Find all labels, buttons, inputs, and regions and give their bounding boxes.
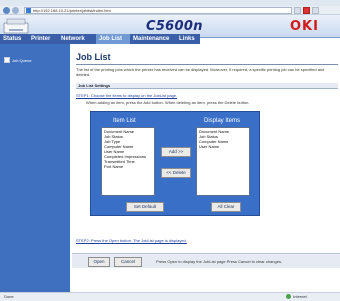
add-button[interactable]: Add >> (161, 147, 191, 157)
go-icon[interactable] (294, 7, 301, 14)
action-hint: Press Open to display the JobList page P… (156, 259, 283, 264)
action-bar: Open Cancel Press Open to display the Jo… (72, 253, 340, 268)
url-text: http://192.168.10.21/printer/joblist/ind… (33, 8, 111, 13)
sidebar-item-label: Job Queue (12, 57, 32, 63)
section-header: Job List Settings (76, 83, 338, 89)
cancel-button[interactable]: Cancel (114, 257, 142, 267)
sidebar-item-job-queue[interactable]: Job Queue (4, 57, 32, 63)
url-field[interactable]: http://192.168.10.21/printer/joblist/ind… (24, 7, 292, 14)
page-description: The list of the printing jobs which the … (76, 67, 325, 77)
list-item[interactable]: User Name (199, 144, 247, 149)
model-name: C5600n (146, 19, 203, 34)
set-default-button[interactable]: Set Default (126, 202, 164, 212)
tab-job-list[interactable]: Job List (96, 34, 130, 44)
sidebar: Job Queue (0, 44, 70, 292)
delete-button[interactable]: << Delete (161, 168, 191, 178)
zone-indicator: Internet (286, 293, 307, 301)
brand-logo: OKI (290, 19, 319, 34)
zone-label: Internet (293, 294, 307, 299)
open-button[interactable]: Open (88, 257, 110, 267)
browser-buttons (294, 7, 319, 14)
forward-icon[interactable] (12, 6, 19, 14)
tab-network[interactable]: Network (58, 34, 96, 44)
list-item[interactable]: Port Name (104, 164, 152, 169)
item-list-box[interactable]: Document Name Job Status Job Type Comput… (101, 127, 155, 196)
status-text: Done (4, 294, 14, 299)
browser-status-bar: Done Internet (0, 292, 340, 301)
tab-links[interactable]: Links (176, 34, 200, 44)
search-icon[interactable] (312, 7, 319, 14)
page-title: Job List (76, 52, 111, 62)
stop-icon[interactable] (303, 7, 310, 14)
tab-printer[interactable]: Printer (28, 34, 58, 44)
page-icon (26, 8, 31, 13)
address-bar: http://192.168.10.21/printer/joblist/ind… (0, 6, 340, 15)
display-items-title: Display Items (204, 118, 241, 124)
tab-maintenance[interactable]: Maintenance (130, 34, 176, 44)
title-divider (76, 64, 338, 65)
step2-link[interactable]: STEP2: Press the Open button. The JobLis… (76, 238, 187, 243)
all-clear-button[interactable]: All Clear (211, 202, 241, 212)
tab-bar: Status Printer Network Job List Maintena… (0, 34, 340, 44)
printer-icon (3, 18, 29, 34)
back-icon[interactable] (3, 6, 10, 14)
tab-status[interactable]: Status (0, 34, 28, 44)
display-items-box[interactable]: Document Name Job Status Computer Name U… (196, 127, 250, 196)
step1-link[interactable]: STEP1: Choose the items to display on th… (76, 93, 177, 98)
item-selection-panel: Item List Display Items Document Name Jo… (90, 111, 260, 216)
step1-instructions: When adding an item, press the Add butto… (86, 100, 250, 105)
globe-icon (286, 294, 291, 300)
item-list-title: Item List (113, 118, 136, 124)
document-icon (4, 57, 10, 63)
